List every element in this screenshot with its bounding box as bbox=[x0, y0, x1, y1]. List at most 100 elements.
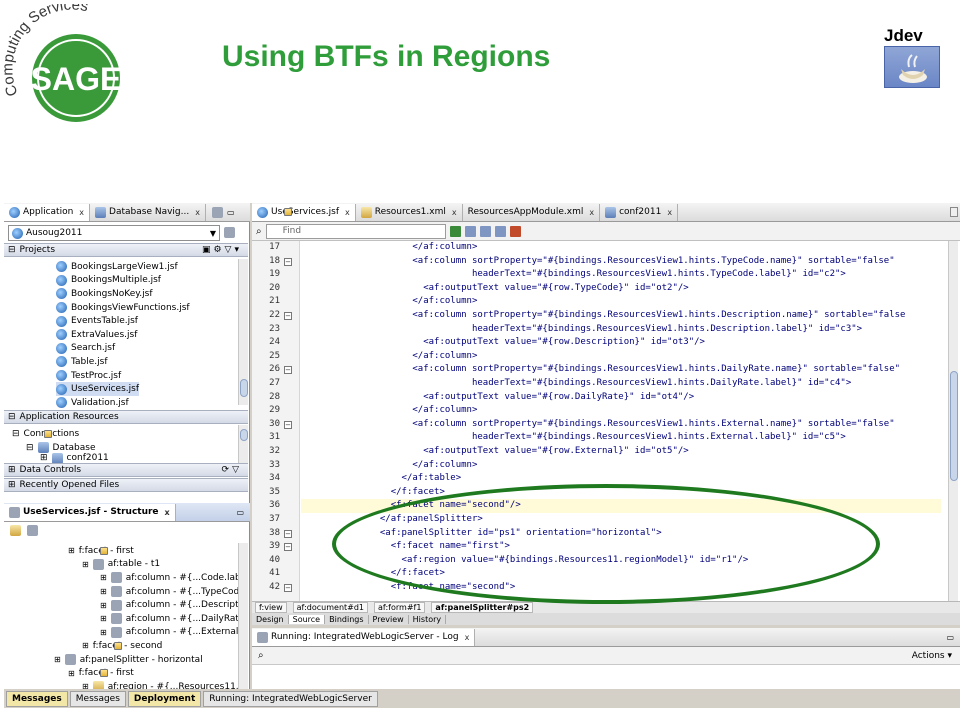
structure-node[interactable]: ⊞ f:facet - second bbox=[82, 639, 162, 653]
close-icon[interactable]: x bbox=[345, 208, 350, 217]
filter-icons[interactable]: ▣⚙▽▾ bbox=[202, 245, 248, 255]
tab-structure[interactable]: UseServices.jsf - Structure x bbox=[4, 503, 176, 521]
binoculars-icon[interactable] bbox=[27, 525, 38, 536]
refresh-filter-icons[interactable]: ⟳▽ bbox=[222, 465, 248, 475]
structure-node[interactable]: ⊞ af:column - #{...External.l bbox=[100, 626, 244, 640]
project-file[interactable]: EventsTable.jsf bbox=[56, 314, 138, 328]
project-file[interactable]: UseServices.jsf bbox=[56, 382, 139, 396]
fold-toggle-icon[interactable]: − bbox=[284, 529, 292, 538]
close-icon[interactable]: x bbox=[465, 633, 470, 642]
structure-node[interactable]: ⊞ af:table - t1 bbox=[82, 558, 160, 572]
edit-icon[interactable] bbox=[10, 525, 21, 536]
toggle-icon[interactable] bbox=[211, 206, 223, 218]
bookmark-next-icon[interactable] bbox=[479, 225, 491, 237]
breadcrumb-item[interactable]: af:document#d1 bbox=[292, 602, 369, 613]
project-file[interactable]: BookingsViewFunctions.jsf bbox=[56, 301, 190, 315]
find-next-icon[interactable] bbox=[449, 225, 461, 237]
tab-conf2011[interactable]: conf2011 x bbox=[600, 203, 679, 221]
breadcrumb-item[interactable]: af:panelSplitter#ps2 bbox=[431, 602, 534, 613]
projects-header[interactable]: ⊟ Projects ▣⚙▽▾ bbox=[4, 243, 248, 257]
structure-pane: UseServices.jsf - Structure x ▭ ⊞ f:facet… bbox=[4, 503, 250, 708]
tree-row-connections[interactable]: ⊟ Connections bbox=[12, 427, 79, 441]
project-file[interactable]: Validation.jsf bbox=[56, 396, 129, 410]
log-toolbar: ⌕ Actions ▾ bbox=[252, 647, 960, 665]
project-file[interactable]: BookingsLargeView1.jsf bbox=[56, 260, 178, 274]
tab-resources-app-module[interactable]: ResourcesAppModule.xml x bbox=[284, 203, 601, 221]
bottom-tab[interactable]: Messages bbox=[6, 690, 68, 707]
project-file[interactable]: BookingsMultiple.jsf bbox=[56, 274, 161, 288]
tab-database-navigator[interactable]: Database Navig... x bbox=[90, 203, 206, 221]
tab-resources1[interactable]: Resources1.xml x bbox=[356, 203, 463, 221]
search-icon[interactable]: ⌕ bbox=[256, 226, 262, 237]
tab-preview[interactable]: Preview bbox=[369, 614, 409, 624]
close-icon[interactable]: x bbox=[79, 208, 84, 217]
toggle-view-icon[interactable] bbox=[509, 225, 521, 237]
tab-application[interactable]: Application x bbox=[4, 203, 91, 221]
tab-source[interactable]: Source bbox=[288, 614, 326, 624]
close-icon[interactable]: x bbox=[165, 508, 170, 517]
tab-bindings[interactable]: Bindings bbox=[325, 614, 369, 624]
close-icon[interactable]: x bbox=[452, 208, 457, 217]
fold-toggle-icon[interactable]: − bbox=[284, 584, 292, 592]
jdev-coffee-cup-icon[interactable] bbox=[884, 46, 940, 88]
editor-scrollbar[interactable] bbox=[948, 241, 958, 601]
find-input[interactable]: Find bbox=[265, 223, 446, 239]
project-file[interactable]: Search.jsf bbox=[56, 342, 115, 356]
code-line: <af:region value="#{bindings.Resources11… bbox=[304, 554, 749, 565]
search-icon[interactable]: ⌕ bbox=[258, 650, 264, 661]
scroll-thumb[interactable] bbox=[950, 371, 958, 481]
project-file[interactable]: ExtraValues.jsf bbox=[56, 328, 137, 342]
bottom-tab[interactable]: Running: IntegratedWebLogicServer bbox=[203, 690, 378, 707]
jsf-file-icon bbox=[56, 315, 67, 327]
application-combo[interactable]: Ausoug2011 ▼ bbox=[8, 225, 220, 241]
tab-useservices[interactable]: UseServices.jsf x bbox=[252, 203, 356, 221]
recent-files-header[interactable]: ⊞ Recently Opened Files bbox=[4, 478, 248, 492]
code-line: </af:column> bbox=[304, 350, 478, 361]
minimize-icon[interactable]: ▭ bbox=[946, 633, 954, 642]
project-file[interactable]: BookingsNoKey.jsf bbox=[56, 287, 153, 301]
minimize-icon[interactable]: ▭ bbox=[227, 208, 235, 217]
bottom-tab[interactable]: Deployment bbox=[127, 690, 202, 707]
structure-node[interactable]: ⊞ f:facet - first bbox=[68, 666, 134, 680]
fold-toggle-icon[interactable]: − bbox=[284, 257, 292, 266]
tab-design[interactable]: Design bbox=[252, 614, 289, 624]
bottom-tab[interactable]: Messages bbox=[69, 690, 126, 707]
jsf-file-icon bbox=[56, 288, 67, 300]
tree-row-conf2011[interactable]: ⊞ conf2011 bbox=[40, 453, 109, 463]
bookmark-prev-icon[interactable] bbox=[494, 225, 506, 237]
bookmark-icon[interactable] bbox=[464, 225, 476, 237]
tab-history[interactable]: History bbox=[409, 614, 447, 624]
scroll-thumb[interactable] bbox=[240, 379, 248, 397]
structure-node[interactable]: ⊞ af:column - #{...DailyRate bbox=[100, 612, 244, 626]
fold-toggle-icon[interactable]: − bbox=[284, 420, 292, 429]
application-resources-header[interactable]: ⊟ Application Resources bbox=[4, 410, 248, 424]
structure-node[interactable]: ⊞ af:panelSplitter - horizontal bbox=[54, 653, 203, 667]
line-number: 40 bbox=[269, 554, 280, 565]
breadcrumb-item[interactable]: af:form#f1 bbox=[374, 602, 426, 613]
scroll-thumb[interactable] bbox=[240, 429, 248, 441]
fold-toggle-icon[interactable]: − bbox=[284, 312, 292, 320]
close-icon[interactable]: x bbox=[195, 208, 200, 217]
code-line: </af:panelSplitter> bbox=[304, 514, 483, 524]
close-icon[interactable]: x bbox=[667, 208, 672, 217]
structure-node[interactable]: ⊞ f:facet - first bbox=[68, 544, 134, 558]
projects-scrollbar[interactable] bbox=[238, 259, 248, 405]
structure-scrollbar[interactable] bbox=[238, 543, 248, 703]
minimize-icon[interactable]: ▭ bbox=[236, 508, 244, 517]
fold-toggle-icon[interactable]: − bbox=[284, 543, 292, 552]
app-menu-icon[interactable] bbox=[224, 227, 235, 238]
project-file[interactable]: Table.jsf bbox=[56, 355, 108, 369]
split-icon[interactable] bbox=[950, 207, 958, 217]
tab-log[interactable]: Running: IntegratedWebLogicServer - Log … bbox=[252, 628, 476, 646]
structure-node[interactable]: ⊞ af:column - #{...Descriptic bbox=[100, 598, 246, 612]
resources-scrollbar[interactable] bbox=[238, 425, 248, 463]
expand-icon: ⊞ bbox=[54, 655, 61, 665]
breadcrumb-item[interactable]: f:view bbox=[255, 602, 287, 613]
structure-node[interactable]: ⊞ af:column - #{...Code.labe bbox=[100, 571, 246, 585]
fold-toggle-icon[interactable]: − bbox=[284, 366, 292, 375]
project-file[interactable]: TestProc.jsf bbox=[56, 369, 121, 383]
data-controls-header[interactable]: ⊞ Data Controls ⟳▽ bbox=[4, 463, 248, 477]
actions-button[interactable]: Actions ▾ bbox=[912, 651, 952, 661]
structure-node[interactable]: ⊞ af:column - #{...TypeCode bbox=[100, 585, 245, 599]
close-icon[interactable]: x bbox=[589, 208, 594, 217]
